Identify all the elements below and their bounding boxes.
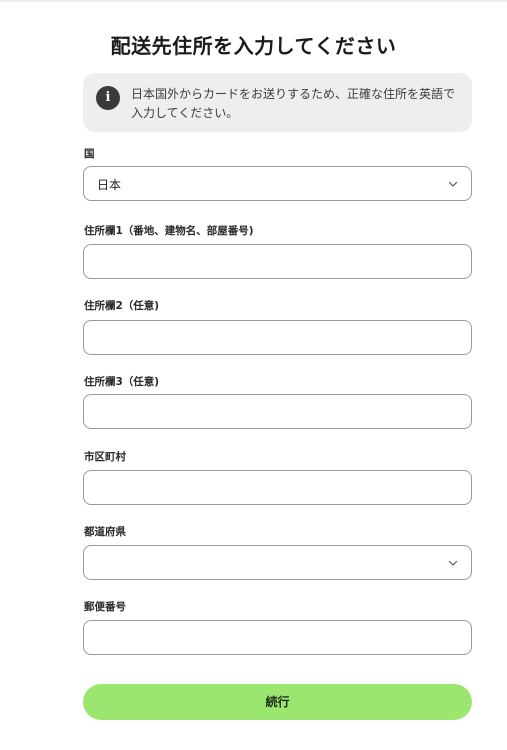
address1-field-box: [83, 244, 472, 279]
address2-label: 住所欄2（任意): [84, 300, 160, 312]
info-icon: i: [96, 86, 120, 110]
address1-input[interactable]: [84, 245, 471, 278]
prefecture-select[interactable]: [83, 545, 472, 580]
page-title: 配送先住所を入力してください: [110, 34, 397, 58]
country-select[interactable]: 日本: [83, 166, 472, 201]
postal-code-input[interactable]: [84, 621, 471, 654]
address3-input[interactable]: [84, 395, 471, 428]
address3-label: 住所欄3（任意): [84, 376, 160, 388]
chevron-down-icon: [448, 181, 458, 187]
country-select-value: 日本: [97, 178, 122, 192]
continue-button[interactable]: 続行: [83, 684, 472, 720]
postal-code-field-box: [83, 620, 472, 655]
chevron-down-icon: [448, 560, 458, 566]
city-input[interactable]: [84, 471, 471, 504]
address3-field-box: [83, 394, 472, 429]
address2-field-box: [83, 320, 472, 355]
address1-label: 住所欄1（番地、建物名、部屋番号): [84, 225, 254, 237]
top-divider: [0, 0, 507, 2]
city-label: 市区町村: [84, 451, 126, 463]
notice-text: 日本国外からカードをお送りするため、正確な住所を英語で入力してください。: [131, 87, 456, 120]
country-label: 国: [84, 148, 95, 160]
city-field-box: [83, 470, 472, 505]
address2-input[interactable]: [84, 321, 471, 354]
prefecture-label: 都道府県: [84, 526, 126, 538]
info-notice: i 日本国外からカードをお送りするため、正確な住所を英語で入力してください。: [83, 73, 472, 132]
postal-code-label: 郵便番号: [84, 601, 126, 613]
